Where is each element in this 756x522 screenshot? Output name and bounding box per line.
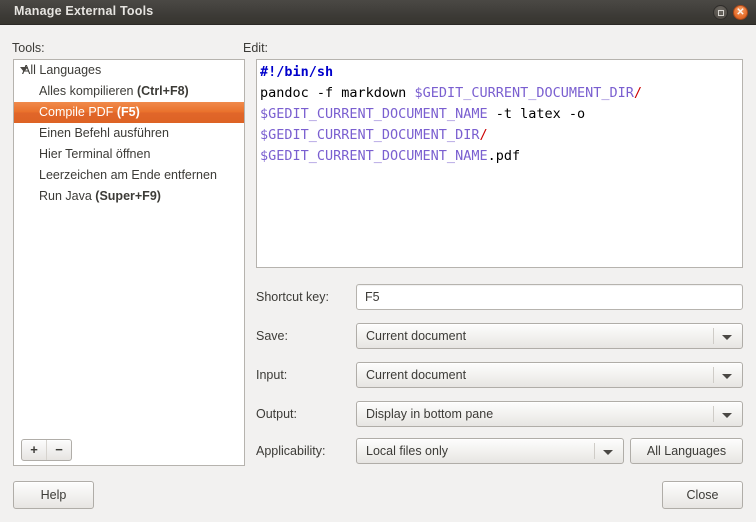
tool-name: Alles kompilieren bbox=[39, 84, 134, 98]
save-select[interactable]: Current document bbox=[356, 323, 743, 349]
script-token-var: $GEDIT_CURRENT_DOCUMENT_DIR bbox=[414, 85, 634, 101]
script-token-shebang: #!/bin/sh bbox=[260, 64, 334, 80]
tool-accel: (Ctrl+F8) bbox=[136, 84, 189, 98]
combo-divider bbox=[594, 443, 595, 459]
shortcut-key-label: Shortcut key: bbox=[256, 290, 329, 304]
list-item[interactable]: Run Java (Super+F9) bbox=[14, 186, 244, 207]
list-item[interactable]: Leerzeichen am Ende entfernen bbox=[14, 165, 244, 186]
tool-name: Run Java bbox=[39, 189, 92, 203]
script-editor-frame[interactable]: #!/bin/sh pandoc -f markdown $GEDIT_CURR… bbox=[256, 59, 743, 268]
combo-divider bbox=[713, 367, 714, 383]
chevron-down-icon[interactable] bbox=[722, 413, 732, 418]
list-item-selected[interactable]: Compile PDF (F5) bbox=[14, 102, 244, 123]
output-label: Output: bbox=[256, 407, 297, 421]
script-editor-text[interactable]: #!/bin/sh pandoc -f markdown $GEDIT_CURR… bbox=[260, 62, 740, 167]
chevron-down-icon[interactable] bbox=[722, 335, 732, 340]
script-token-slash: / bbox=[633, 85, 643, 101]
close-x-glyph: ✕ bbox=[736, 7, 745, 18]
list-item[interactable]: Hier Terminal öffnen bbox=[14, 144, 244, 165]
tree-group-label: All Languages bbox=[22, 63, 102, 77]
chevron-down-icon[interactable] bbox=[722, 374, 732, 379]
script-token-plain: -t latex -o bbox=[487, 106, 586, 122]
script-token-var: $GEDIT_CURRENT_DOCUMENT_NAME bbox=[260, 106, 488, 122]
list-item[interactable]: Einen Befehl ausführen bbox=[14, 123, 244, 144]
output-select[interactable]: Display in bottom pane bbox=[356, 401, 743, 427]
list-item[interactable]: Alles kompilieren (Ctrl+F8) bbox=[14, 81, 244, 102]
applicability-select[interactable]: Local files only bbox=[356, 438, 624, 464]
applicability-label: Applicability: bbox=[256, 444, 326, 458]
combo-divider bbox=[713, 328, 714, 344]
all-languages-button[interactable]: All Languages bbox=[630, 438, 743, 464]
chevron-down-icon[interactable] bbox=[20, 67, 28, 72]
tool-accel: (F5) bbox=[116, 105, 140, 119]
output-value: Display in bottom pane bbox=[366, 407, 494, 421]
shortcut-key-value: F5 bbox=[365, 290, 380, 304]
input-label: Input: bbox=[256, 368, 288, 382]
tool-name: Einen Befehl ausführen bbox=[39, 126, 169, 140]
combo-divider bbox=[713, 406, 714, 422]
window-titlebar[interactable]: Manage External Tools ✕ bbox=[0, 0, 756, 25]
add-remove-button-group[interactable]: + − bbox=[21, 439, 72, 461]
window-title: Manage External Tools bbox=[14, 4, 154, 18]
tool-name: Leerzeichen am Ende entfernen bbox=[39, 168, 217, 182]
close-button[interactable]: Close bbox=[662, 481, 743, 509]
script-token-var: $GEDIT_CURRENT_DOCUMENT_DIR bbox=[260, 127, 480, 143]
tool-name: Compile PDF bbox=[39, 105, 114, 119]
chevron-down-icon[interactable] bbox=[603, 450, 613, 455]
shortcut-key-input[interactable]: F5 bbox=[356, 284, 743, 310]
save-label: Save: bbox=[256, 329, 288, 343]
save-value: Current document bbox=[366, 329, 467, 343]
maximize-square-glyph bbox=[717, 9, 724, 16]
tools-list-frame[interactable]: All Languages Alles kompilieren (Ctrl+F8… bbox=[13, 59, 245, 466]
input-select[interactable]: Current document bbox=[356, 362, 743, 388]
script-token-plain: pandoc -f markdown bbox=[260, 85, 415, 101]
maximize-icon[interactable] bbox=[713, 5, 728, 20]
applicability-value: Local files only bbox=[366, 444, 448, 458]
tool-accel: (Super+F9) bbox=[95, 189, 161, 203]
help-button[interactable]: Help bbox=[13, 481, 94, 509]
script-token-slash: / bbox=[479, 127, 488, 143]
tools-pane-label: Tools: bbox=[12, 41, 45, 55]
tools-list[interactable]: All Languages Alles kompilieren (Ctrl+F8… bbox=[14, 60, 244, 207]
tree-group-all-languages[interactable]: All Languages bbox=[14, 60, 244, 81]
script-token-plain: .pdf bbox=[487, 148, 521, 164]
input-value: Current document bbox=[366, 368, 467, 382]
add-tool-button[interactable]: + bbox=[22, 440, 46, 460]
edit-pane-label: Edit: bbox=[243, 41, 269, 55]
remove-tool-button[interactable]: − bbox=[47, 440, 71, 460]
tool-name: Hier Terminal öffnen bbox=[39, 147, 151, 161]
script-token-var: $GEDIT_CURRENT_DOCUMENT_NAME bbox=[260, 148, 488, 164]
close-icon[interactable]: ✕ bbox=[733, 5, 748, 20]
